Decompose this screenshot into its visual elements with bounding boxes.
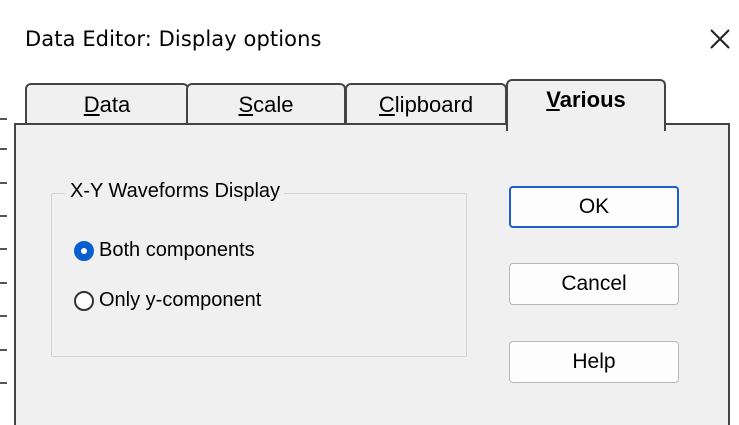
edge-tick bbox=[0, 382, 7, 384]
radio-unchecked-icon bbox=[74, 291, 94, 311]
cancel-button[interactable]: Cancel bbox=[509, 263, 679, 305]
ok-button[interactable]: OK bbox=[509, 186, 679, 228]
edge-tick bbox=[0, 215, 7, 217]
radio-both-components-label: Both components bbox=[99, 239, 255, 261]
tab-data-label: Data bbox=[83, 92, 131, 117]
edge-tick bbox=[0, 182, 7, 184]
tab-various-label: Various bbox=[546, 87, 626, 112]
close-icon[interactable] bbox=[705, 24, 735, 54]
group-caption: X-Y Waveforms Display bbox=[66, 180, 285, 203]
edge-tick bbox=[0, 349, 7, 351]
tab-scale-label: Scale bbox=[238, 92, 294, 117]
tab-clipboard-label: Clipboard bbox=[378, 92, 474, 117]
help-button[interactable]: Help bbox=[509, 341, 679, 383]
edge-tick bbox=[0, 118, 7, 120]
dialog-title: Data Editor: Display options bbox=[25, 27, 322, 51]
radio-only-y-component[interactable]: Only y-component bbox=[74, 286, 294, 318]
edge-tick bbox=[0, 148, 7, 150]
edge-tick bbox=[0, 248, 7, 250]
edge-tick bbox=[0, 282, 7, 284]
radio-checked-icon bbox=[74, 241, 94, 261]
tab-various[interactable]: Various bbox=[506, 79, 666, 131]
radio-both-components[interactable]: Both components bbox=[74, 236, 294, 268]
edge-tick bbox=[0, 315, 7, 317]
radio-only-y-component-label: Only y-component bbox=[99, 289, 262, 311]
waveforms-display-group bbox=[51, 193, 467, 357]
